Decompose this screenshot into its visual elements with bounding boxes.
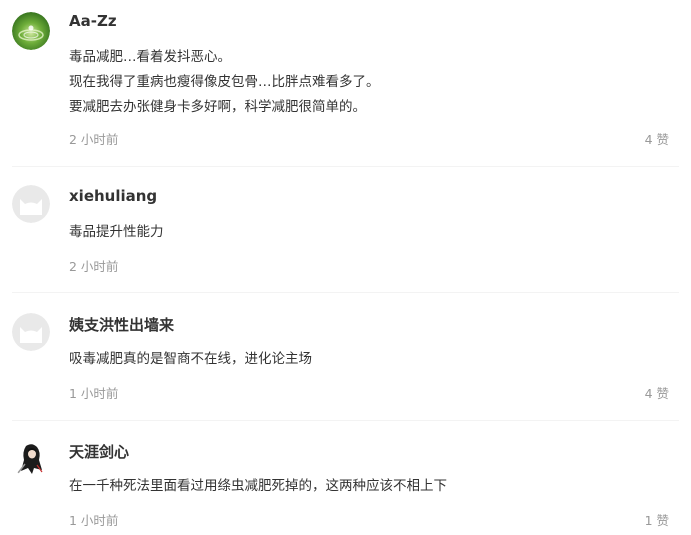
username[interactable]: 天涯剑心 xyxy=(69,441,129,462)
divider xyxy=(12,420,679,421)
comment-timestamp: 2 小时前 xyxy=(69,259,119,274)
avatar[interactable] xyxy=(12,185,50,223)
comment-text-line: 毒品提升性能力 xyxy=(69,224,164,240)
comment-text-line: 现在我得了重病也瘦得像皮包骨…比胖点难看多了。 xyxy=(69,74,380,90)
anime-swordsman-avatar-icon xyxy=(12,440,50,478)
like-count[interactable]: 4 赞 xyxy=(645,129,669,148)
divider xyxy=(12,292,679,293)
default-cat-avatar-icon xyxy=(12,185,50,223)
avatar[interactable] xyxy=(12,440,50,478)
comment-timestamp: 1 小时前 xyxy=(69,386,119,401)
green-leaf-avatar-icon xyxy=(12,12,50,50)
username[interactable]: xiehuliang xyxy=(69,187,157,205)
avatar[interactable] xyxy=(12,12,50,50)
like-count[interactable]: 1 赞 xyxy=(645,510,669,529)
comment-text-line: 在一千种死法里面看过用绦虫减肥死掉的，这两种应该不相上下 xyxy=(69,478,447,494)
default-cat-avatar-icon xyxy=(12,313,50,351)
comment-list: Aa-Zz 毒品减肥…看着发抖恶心。 现在我得了重病也瘦得像皮包骨…比胖点难看多… xyxy=(0,0,691,535)
comment-timestamp: 2 小时前 xyxy=(69,132,119,147)
comment-text-line: 要减肥去办张健身卡多好啊，科学减肥很简单的。 xyxy=(69,99,366,115)
avatar[interactable] xyxy=(12,313,50,351)
like-count[interactable]: 4 赞 xyxy=(645,383,669,402)
divider xyxy=(12,166,679,167)
username[interactable]: Aa-Zz xyxy=(69,12,117,30)
comment-timestamp: 1 小时前 xyxy=(69,513,119,528)
username[interactable]: 姨支洪性出墙来 xyxy=(69,314,174,335)
comment-text-line: 吸毒减肥真的是智商不在线，进化论主场 xyxy=(69,351,312,367)
comment-text-line: 毒品减肥…看着发抖恶心。 xyxy=(69,49,231,65)
